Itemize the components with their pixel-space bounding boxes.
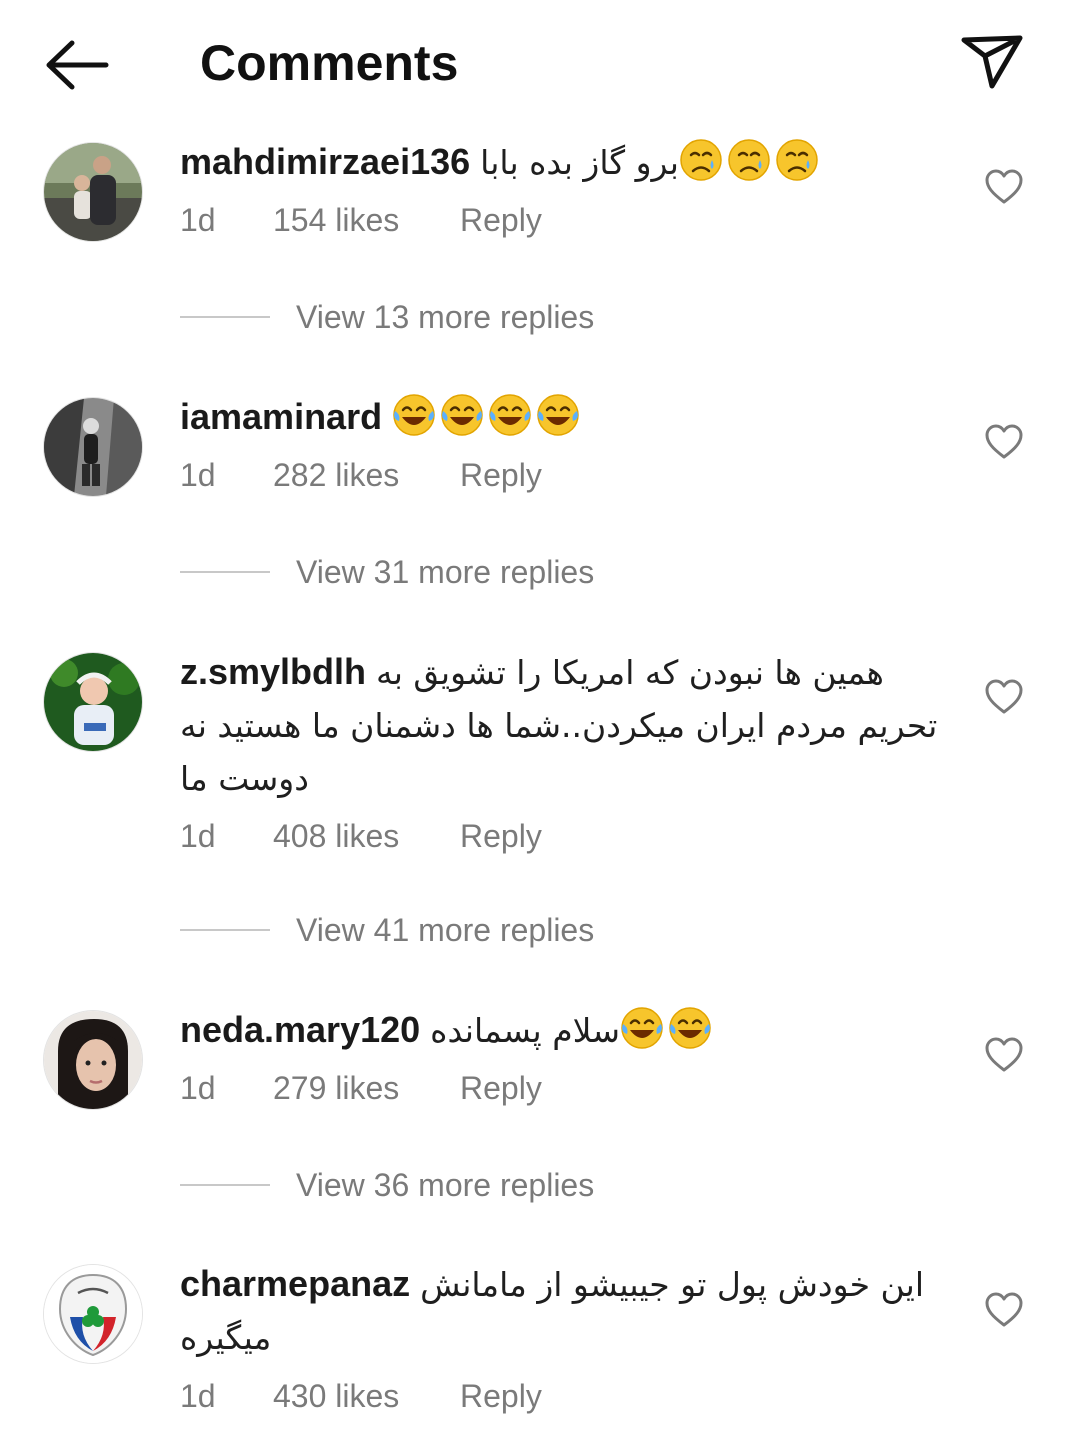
avatar[interactable] <box>44 143 142 241</box>
comment-username[interactable]: mahdimirzaei136 <box>180 141 470 182</box>
like-count[interactable]: 282 likes <box>273 453 399 497</box>
comment-body: mahdimirzaei136 برو گاز بده بابا <box>180 136 960 189</box>
avatar[interactable] <box>44 1265 142 1363</box>
heart-outline-icon <box>985 424 1023 459</box>
comment-body: neda.mary120 سلام پسمانده <box>180 1004 960 1057</box>
like-button[interactable] <box>982 675 1026 719</box>
view-replies-label: View 31 more replies <box>296 554 595 590</box>
comment-username[interactable]: z.smylbdlh <box>180 651 366 692</box>
reply-button[interactable]: Reply <box>460 1066 542 1110</box>
emoji-group <box>679 139 823 182</box>
comment-username[interactable]: charmepanaz <box>180 1263 410 1304</box>
back-button[interactable] <box>36 30 116 100</box>
tears-of-joy-emoji-icon <box>537 394 579 436</box>
avatar[interactable] <box>44 398 142 496</box>
heart-outline-icon <box>985 1037 1023 1072</box>
tears-of-joy-emoji-icon <box>441 394 483 436</box>
page-title: Comments <box>200 35 459 91</box>
like-count[interactable]: 279 likes <box>273 1066 399 1110</box>
avatar[interactable] <box>44 1011 142 1109</box>
emoji-group <box>620 1007 716 1050</box>
comment-time: 1d <box>180 1070 216 1106</box>
like-count[interactable]: 430 likes <box>273 1374 399 1418</box>
paper-plane-icon <box>961 35 1023 89</box>
tears-of-joy-emoji-icon <box>393 394 435 436</box>
replies-divider <box>180 929 270 931</box>
comment-username[interactable]: neda.mary120 <box>180 1009 420 1050</box>
replies-divider <box>180 316 270 318</box>
reply-button[interactable]: Reply <box>460 814 542 858</box>
crying-face-emoji-icon <box>680 139 722 181</box>
heart-outline-icon <box>985 1292 1023 1327</box>
tears-of-joy-emoji-icon <box>621 1007 663 1049</box>
comment-text: برو گاز بده بابا <box>480 143 679 182</box>
arrow-left-icon <box>46 40 109 90</box>
comment-time: 1d <box>180 457 216 493</box>
comment-time: 1d <box>180 202 216 238</box>
tears-of-joy-emoji-icon <box>489 394 531 436</box>
view-replies-label: View 13 more replies <box>296 299 595 335</box>
crying-face-emoji-icon <box>776 139 818 181</box>
like-count[interactable]: 154 likes <box>273 198 399 242</box>
reply-button[interactable]: Reply <box>460 453 542 497</box>
reply-button[interactable]: Reply <box>460 1374 542 1418</box>
share-button[interactable] <box>952 26 1032 98</box>
emoji-group <box>392 394 584 437</box>
crying-face-emoji-icon <box>728 139 770 181</box>
comment-body: iamaminard <box>180 391 960 444</box>
like-button[interactable] <box>982 420 1026 464</box>
view-replies-label: View 36 more replies <box>296 1167 595 1203</box>
comment-username[interactable]: iamaminard <box>180 396 382 437</box>
comment-time: 1d <box>180 818 216 854</box>
like-button[interactable] <box>982 1033 1026 1077</box>
replies-divider <box>180 1184 270 1186</box>
comment-time: 1d <box>180 1378 216 1414</box>
like-count[interactable]: 408 likes <box>273 814 399 858</box>
reply-button[interactable]: Reply <box>460 198 542 242</box>
heart-outline-icon <box>985 679 1023 714</box>
comment-body: z.smylbdlh همین ها نبودن که امریکا را تش… <box>180 646 960 805</box>
comment-body: charmepanaz این خودش پول تو جیبیشو از ما… <box>180 1258 960 1364</box>
tears-of-joy-emoji-icon <box>669 1007 711 1049</box>
top-bar: Comments <box>0 0 1076 128</box>
like-button[interactable] <box>982 165 1026 209</box>
comment-text: سلام پسمانده <box>430 1011 620 1050</box>
heart-outline-icon <box>985 169 1023 204</box>
view-replies-label: View 41 more replies <box>296 912 595 948</box>
replies-divider <box>180 571 270 573</box>
avatar[interactable] <box>44 653 142 751</box>
like-button[interactable] <box>982 1288 1026 1332</box>
